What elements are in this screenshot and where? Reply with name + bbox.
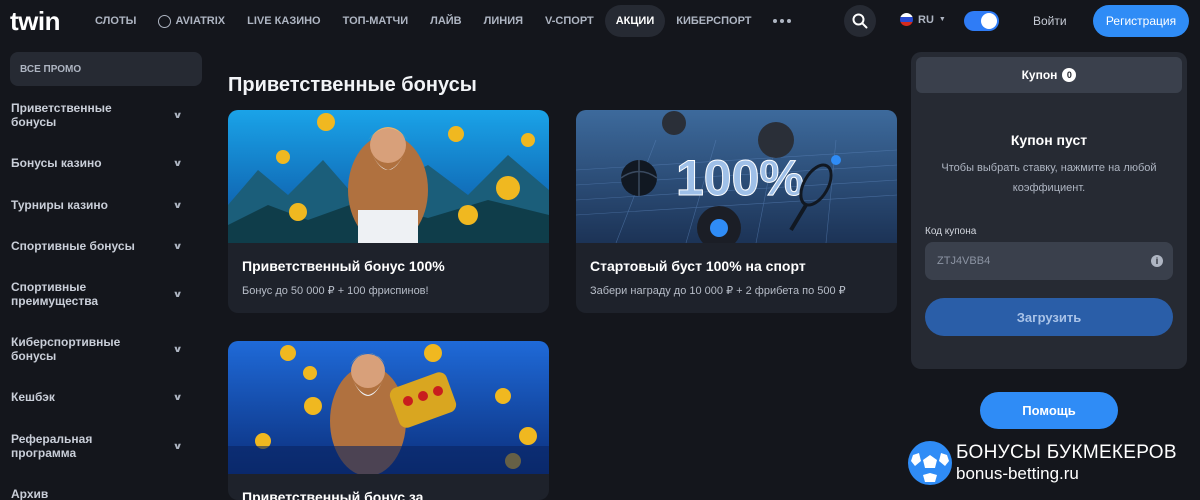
more-icon[interactable] bbox=[763, 19, 801, 23]
sidebar-item-label: Реферальная программа bbox=[11, 432, 93, 460]
promo-card-sport-boost[interactable]: 100% Стартовый буст 100% на спорт Забери… bbox=[576, 110, 897, 313]
theme-toggle[interactable] bbox=[964, 11, 999, 31]
chevron-down-icon: ∨ bbox=[172, 158, 183, 168]
nav-item-slots[interactable]: СЛОТЫ bbox=[84, 5, 147, 37]
info-icon[interactable]: i bbox=[1151, 255, 1163, 267]
load-coupon-button[interactable]: Загрузить bbox=[925, 298, 1173, 336]
chevron-down-icon: ∨ bbox=[172, 289, 183, 299]
card-banner-zeus bbox=[228, 110, 549, 243]
nav-item-live[interactable]: ЛАЙВ bbox=[419, 5, 473, 37]
card-title: Стартовый буст 100% на спорт bbox=[590, 258, 806, 274]
coupon-tab-label: Купон bbox=[1021, 68, 1058, 82]
card-subtitle: Бонус до 50 000 ₽ + 100 фриспинов! bbox=[242, 285, 429, 297]
card-banner-sport: 100% bbox=[576, 110, 897, 243]
sidebar-item-welcome-bonuses[interactable]: Приветственные бонусы ∨ bbox=[11, 101, 183, 129]
sidebar-item-label: Спортивные бонусы bbox=[11, 239, 135, 253]
sidebar-item-sport-advantages[interactable]: Спортивные преимущества ∨ bbox=[11, 280, 183, 308]
nav-item-line[interactable]: ЛИНИЯ bbox=[473, 5, 534, 37]
flag-icon bbox=[900, 13, 913, 26]
coupon-count-badge: 0 bbox=[1062, 68, 1077, 82]
page-title: Приветственные бонусы bbox=[228, 74, 477, 96]
promo-card-welcome-third[interactable]: Приветственный бонус за bbox=[228, 341, 549, 500]
nav-item-aviatrix[interactable]: AVIATRIX bbox=[147, 5, 236, 37]
card-banner-zeus-barrel bbox=[228, 341, 549, 474]
sidebar-item-cashback[interactable]: Кешбэк ∨ bbox=[11, 390, 183, 404]
tab-coupon[interactable]: Купон 0 bbox=[916, 57, 1182, 93]
nav-item-label: AVIATRIX bbox=[175, 15, 226, 27]
help-button[interactable]: Помощь bbox=[980, 392, 1118, 429]
chevron-down-icon: ∨ bbox=[172, 392, 183, 402]
sidebar-item-casino-bonuses[interactable]: Бонусы казино ∨ bbox=[11, 156, 183, 170]
coupon-empty-title: Купон пуст bbox=[1010, 132, 1088, 148]
logo[interactable]: twin bbox=[10, 6, 61, 37]
sidebar-item-referral[interactable]: Реферальная программа ∨ bbox=[11, 432, 183, 460]
sidebar-item-label: Архив bbox=[11, 487, 49, 500]
banner-percent-text: 100% bbox=[676, 150, 804, 206]
card-title: Приветственный бонус за bbox=[242, 489, 424, 500]
card-subtitle: Забери награду до 10 000 ₽ + 2 фрибета п… bbox=[590, 285, 846, 297]
search-button[interactable] bbox=[844, 5, 876, 37]
sidebar-item-sport-bonuses[interactable]: Спортивные бонусы ∨ bbox=[11, 239, 183, 253]
nav-item-live-casino[interactable]: LIVE КАЗИНО bbox=[236, 5, 331, 37]
register-button[interactable]: Регистрация bbox=[1093, 5, 1189, 37]
watermark: БОНУСЫ БУКМЕКЕРОВ bonus-betting.ru bbox=[908, 441, 1177, 485]
chevron-down-icon: ▼ bbox=[938, 16, 946, 23]
promo-sidebar: ВСЕ ПРОМО bbox=[10, 52, 202, 86]
nav-item-promotions[interactable]: АКЦИИ bbox=[604, 5, 666, 37]
toggle-knob bbox=[981, 13, 997, 29]
sidebar-item-label: Киберспортивные бонусы bbox=[11, 335, 121, 363]
watermark-url: bonus-betting.ru bbox=[956, 464, 1079, 483]
sidebar-item-label: Турниры казино bbox=[11, 198, 109, 212]
nav-item-top-matches[interactable]: ТОП-МАТЧИ bbox=[332, 5, 419, 37]
coupon-hint: Чтобы выбрать ставку, нажмите на любой к… bbox=[941, 162, 1157, 194]
language-label: RU bbox=[918, 13, 934, 26]
coupon-panel: Купон 0 Купон пуст Чтобы выбрать ставку,… bbox=[911, 52, 1187, 369]
chevron-down-icon: ∨ bbox=[172, 200, 183, 210]
nav-item-esports[interactable]: КИБЕРСПОРТ bbox=[665, 5, 762, 37]
sidebar-item-label: Бонусы казино bbox=[11, 156, 102, 170]
language-selector[interactable]: RU ▼ bbox=[900, 13, 946, 26]
coupon-code-label: Код купона bbox=[925, 226, 977, 237]
coupon-code-input[interactable] bbox=[925, 242, 1173, 280]
sidebar-item-label: Спортивные преимущества bbox=[11, 280, 99, 308]
soccer-ball-icon bbox=[908, 441, 952, 485]
top-bar: twin СЛОТЫ AVIATRIX LIVE КАЗИНО ТОП-МАТЧ… bbox=[0, 0, 1200, 42]
sidebar-item-archive[interactable]: Архив bbox=[11, 487, 181, 500]
nav-item-v-sport[interactable]: V-СПОРТ bbox=[534, 5, 605, 37]
main-nav: СЛОТЫ AVIATRIX LIVE КАЗИНО ТОП-МАТЧИ ЛАЙ… bbox=[84, 0, 801, 42]
sidebar-item-esports-bonuses[interactable]: Киберспортивные бонусы ∨ bbox=[11, 335, 183, 363]
chevron-down-icon: ∨ bbox=[172, 241, 183, 251]
sidebar-item-all-promo[interactable]: ВСЕ ПРОМО bbox=[10, 52, 202, 86]
login-link[interactable]: Войти bbox=[1033, 14, 1067, 28]
watermark-title: БОНУСЫ БУКМЕКЕРОВ bbox=[956, 442, 1177, 463]
chevron-down-icon: ∨ bbox=[172, 441, 183, 451]
search-icon bbox=[852, 13, 868, 29]
chevron-down-icon: ∨ bbox=[172, 110, 183, 120]
sidebar-item-casino-tournaments[interactable]: Турниры казино ∨ bbox=[11, 198, 183, 212]
aviatrix-icon bbox=[158, 14, 172, 28]
sidebar-item-label: Приветственные бонусы bbox=[11, 101, 112, 129]
promo-card-welcome-casino[interactable]: Приветственный бонус 100% Бонус до 50 00… bbox=[228, 110, 549, 313]
chevron-down-icon: ∨ bbox=[172, 344, 183, 354]
card-title: Приветственный бонус 100% bbox=[242, 258, 445, 274]
sidebar-item-label: Кешбэк bbox=[11, 390, 55, 404]
